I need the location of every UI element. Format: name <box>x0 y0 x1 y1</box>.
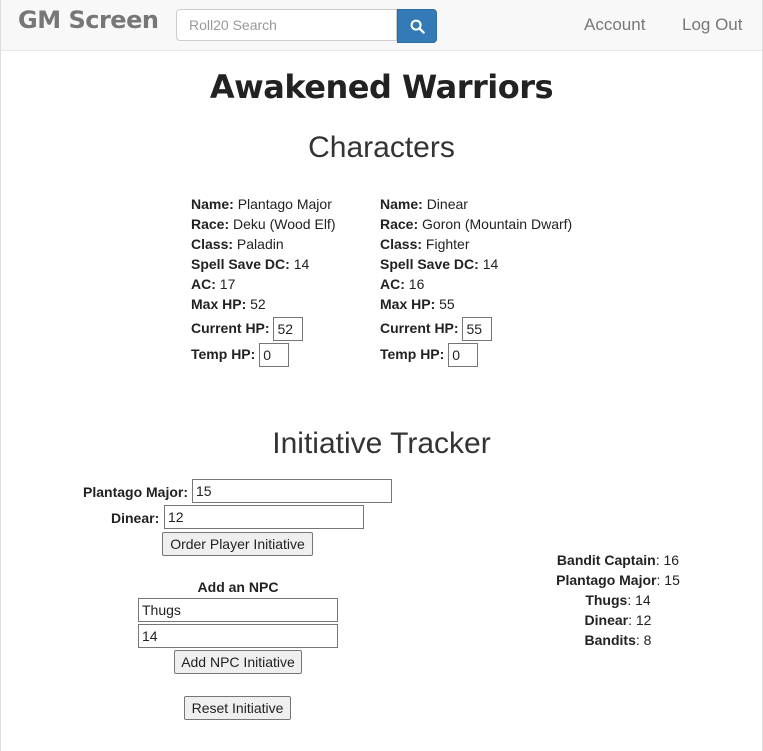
list-item: Bandit Captain: 16 <box>540 550 696 570</box>
character-card: Name: Dinear Race: Goron (Mountain Dwarf… <box>380 194 573 368</box>
max-hp-label: Max HP: <box>380 296 436 312</box>
list-item: Dinear: 12 <box>540 610 696 630</box>
character-race: Deku (Wood Elf) <box>233 216 336 232</box>
spell-save-dc-label: Spell Save DC: <box>191 256 290 272</box>
class-label: Class: <box>191 236 234 252</box>
combatant-initiative: : 16 <box>655 552 680 568</box>
max-hp-label: Max HP: <box>191 296 247 312</box>
combatant-initiative: : 8 <box>635 632 652 648</box>
combatant-name: Dinear <box>584 612 629 628</box>
combatant-initiative: : 14 <box>627 592 651 608</box>
temp-hp-input[interactable]: 0 <box>259 343 290 368</box>
race-label: Race: <box>380 216 419 232</box>
character-race: Goron (Mountain Dwarf) <box>422 216 573 232</box>
character-spell-save-dc: 14 <box>482 256 499 272</box>
combatant-initiative: : 15 <box>656 572 680 588</box>
initiative-order-list: Bandit Captain: 16 Plantago Major: 15 Th… <box>540 550 696 650</box>
character-max-hp: 52 <box>250 296 266 312</box>
character-ac: 16 <box>408 276 425 292</box>
initiative-heading: Initiative Tracker <box>272 427 491 460</box>
temp-hp-label: Temp HP: <box>380 346 445 362</box>
search-button[interactable] <box>397 9 437 43</box>
character-max-hp: 55 <box>439 296 455 312</box>
character-name: Dinear <box>426 196 468 212</box>
player-initiative-label: Plantago Major: <box>83 484 189 500</box>
combatant-initiative: : 12 <box>628 612 652 628</box>
search-input[interactable] <box>176 9 397 41</box>
character-class: Fighter <box>425 236 470 252</box>
name-label: Name: <box>191 196 234 212</box>
navbar: GM Screen Account Log Out <box>0 0 762 51</box>
temp-hp-input[interactable]: 0 <box>448 343 479 368</box>
characters-heading: Characters <box>308 131 455 164</box>
npc-initiative-input[interactable]: 14 <box>138 624 338 648</box>
character-name: Plantago Major <box>237 196 332 212</box>
temp-hp-label: Temp HP: <box>191 346 256 362</box>
page-title: Awakened Warriors <box>209 68 554 106</box>
list-item: Thugs: 14 <box>540 590 696 610</box>
character-class: Paladin <box>236 236 284 252</box>
class-label: Class: <box>380 236 423 252</box>
npc-name-input[interactable]: Thugs <box>138 598 338 622</box>
add-npc-initiative-button[interactable]: Add NPC Initiative <box>174 650 302 674</box>
name-label: Name: <box>380 196 423 212</box>
account-link[interactable]: Account <box>584 15 645 35</box>
ac-label: AC: <box>380 276 405 292</box>
combatant-name: Bandit Captain <box>556 552 656 568</box>
list-item: Bandits: 8 <box>540 630 696 650</box>
character-card: Name: Plantago Major Race: Deku (Wood El… <box>191 194 336 368</box>
list-item: Plantago Major: 15 <box>540 570 696 590</box>
brand-logo[interactable]: GM Screen <box>18 6 159 34</box>
current-hp-label: Current HP: <box>191 320 270 336</box>
current-hp-input[interactable]: 55 <box>462 317 493 342</box>
search-icon <box>410 19 425 34</box>
current-hp-input[interactable]: 52 <box>273 317 304 342</box>
order-player-initiative-button[interactable]: Order Player Initiative <box>162 532 313 556</box>
combatant-name: Thugs <box>585 592 628 608</box>
race-label: Race: <box>191 216 230 232</box>
player-initiative-input[interactable]: 12 <box>164 505 364 529</box>
character-spell-save-dc: 14 <box>293 256 310 272</box>
current-hp-label: Current HP: <box>380 320 459 336</box>
character-ac: 17 <box>219 276 236 292</box>
combatant-name: Plantago Major <box>556 572 657 588</box>
combatant-name: Bandits <box>584 632 636 648</box>
player-initiative-label: Dinear: <box>111 510 160 526</box>
ac-label: AC: <box>191 276 216 292</box>
add-npc-heading: Add an NPC <box>197 579 279 595</box>
player-initiative-input[interactable]: 15 <box>192 479 392 503</box>
spell-save-dc-label: Spell Save DC: <box>380 256 479 272</box>
reset-initiative-button[interactable]: Reset Initiative <box>184 696 291 720</box>
logout-link[interactable]: Log Out <box>682 15 743 35</box>
